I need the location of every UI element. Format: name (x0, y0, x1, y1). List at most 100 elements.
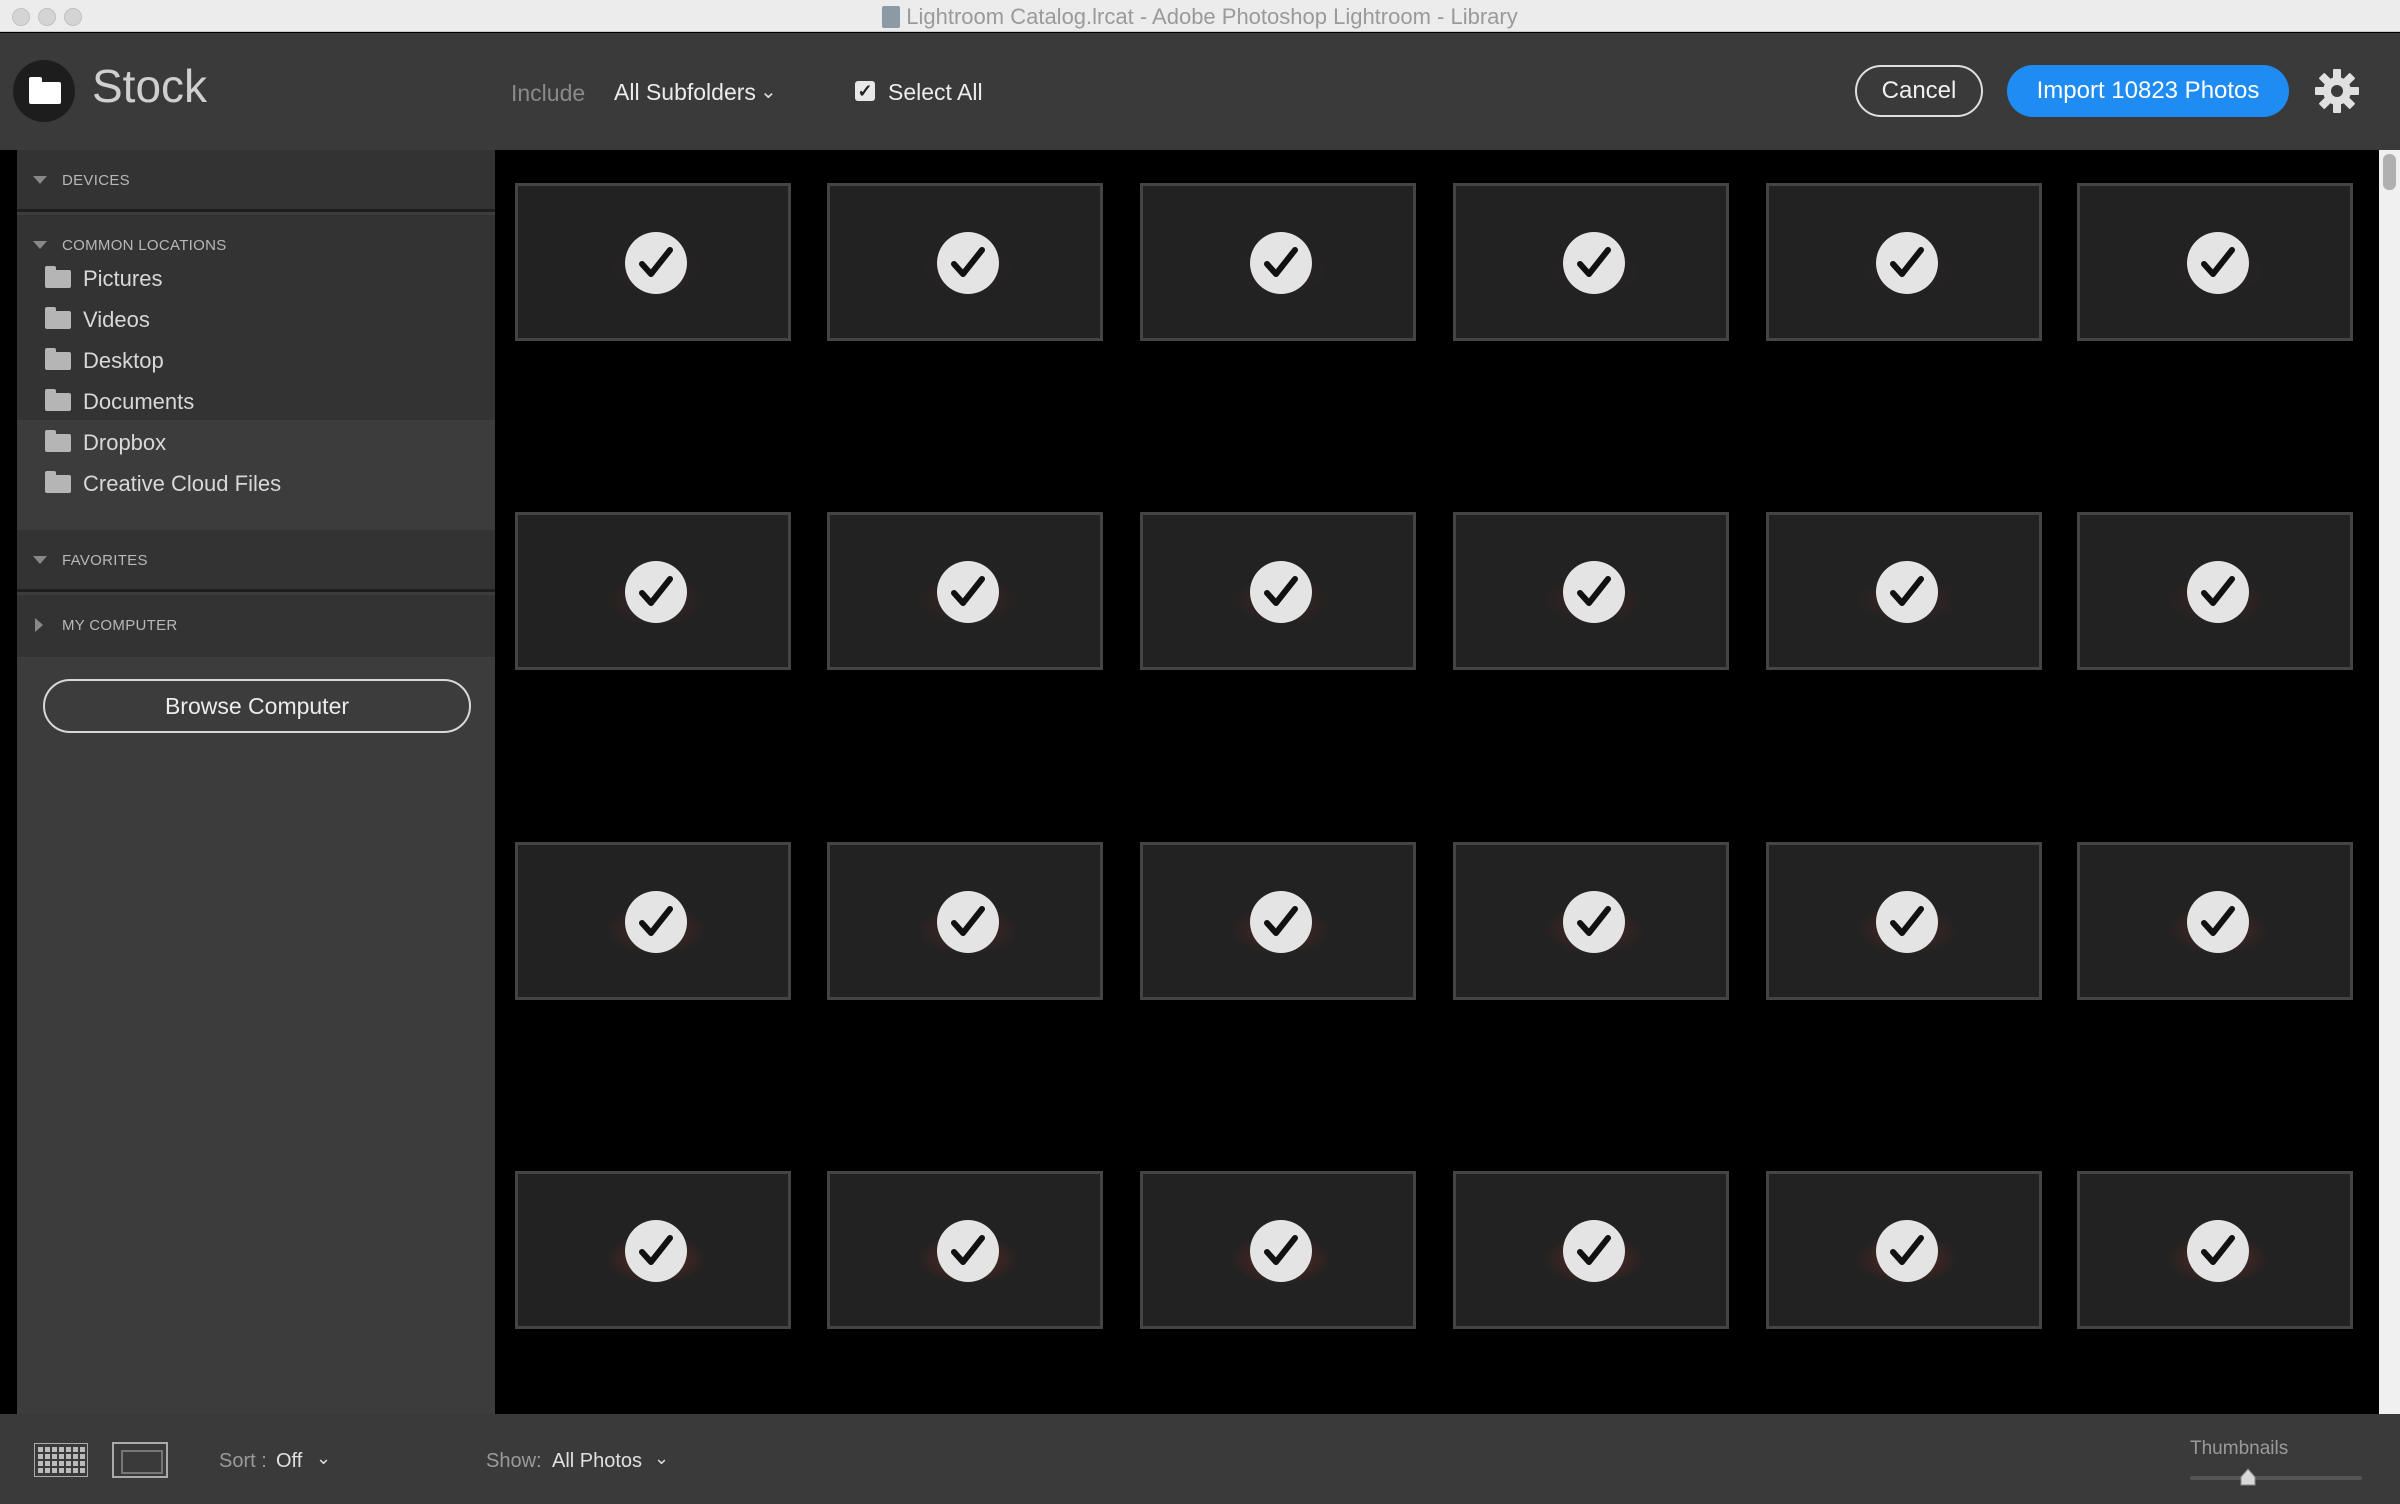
checkmark-icon[interactable] (1250, 561, 1312, 623)
photo-thumbnail[interactable] (515, 183, 791, 341)
checkmark-icon[interactable] (1876, 1220, 1938, 1282)
checkmark-icon[interactable] (1876, 891, 1938, 953)
photo-thumbnail[interactable] (515, 512, 791, 670)
chevron-down-icon[interactable]: ⌄ (760, 79, 777, 104)
photo-thumbnail[interactable] (1453, 183, 1729, 341)
import-footer: Sort : Off ⌄ Show: All Photos ⌄ Thumbnai… (0, 1414, 2400, 1504)
chevron-down-icon[interactable]: ⌄ (654, 1448, 669, 1469)
photo-thumbnail[interactable] (1766, 842, 2042, 1000)
window-title-text: Lightroom Catalog.lrcat - Adobe Photosho… (906, 4, 1518, 29)
photo-thumbnail[interactable] (1766, 512, 2042, 670)
folder-icon (45, 266, 71, 288)
photo-thumbnail[interactable] (827, 183, 1103, 341)
checkmark-icon[interactable] (625, 561, 687, 623)
checkmark-icon[interactable] (1563, 232, 1625, 294)
photo-thumbnail[interactable] (1140, 183, 1416, 341)
photo-thumbnail[interactable] (515, 842, 791, 1000)
section-devices[interactable]: DEVICES (17, 150, 495, 212)
chevron-down-icon[interactable]: ⌄ (316, 1448, 331, 1469)
select-all-label[interactable]: Select All (888, 79, 983, 106)
loupe-view-icon[interactable] (112, 1442, 168, 1478)
photo-thumbnail[interactable] (1766, 183, 2042, 341)
section-my-computer-label: MY COMPUTER (62, 617, 178, 634)
folder-icon (45, 307, 71, 329)
checkmark-icon[interactable] (2187, 232, 2249, 294)
photo-thumbnail[interactable] (1140, 842, 1416, 1000)
import-header: Stock Include All Subfolders ⌄ ✓ Select … (0, 33, 2400, 150)
slider-knob[interactable] (2240, 1468, 2256, 1486)
location-item[interactable]: Dropbox (17, 422, 495, 462)
browse-computer-button[interactable]: Browse Computer (43, 679, 471, 733)
checkmark-icon[interactable] (1876, 561, 1938, 623)
window-titlebar: Lightroom Catalog.lrcat - Adobe Photosho… (0, 0, 2400, 32)
location-label: Desktop (83, 348, 164, 373)
source-sidebar: DEVICES COMMON LOCATIONS Pictures Videos D… (17, 150, 495, 1414)
location-item[interactable]: Pictures (17, 258, 495, 298)
checkmark-icon[interactable] (1250, 1220, 1312, 1282)
section-favorites[interactable]: FAVORITES (17, 530, 495, 592)
folder-icon (45, 471, 71, 493)
photo-thumbnail[interactable] (1766, 1171, 2042, 1329)
disclosure-triangle-icon[interactable] (35, 618, 43, 632)
photo-thumbnail[interactable] (1453, 512, 1729, 670)
checkmark-icon[interactable] (937, 232, 999, 294)
photo-thumbnail[interactable] (2077, 1171, 2353, 1329)
thumbnail-size-slider[interactable] (2190, 1476, 2362, 1480)
photo-thumbnail[interactable] (1453, 1171, 1729, 1329)
gear-icon[interactable] (2313, 67, 2361, 115)
photo-thumbnail[interactable] (1140, 1171, 1416, 1329)
checkmark-icon[interactable] (1876, 232, 1938, 294)
section-common-locations[interactable]: COMMON LOCATIONS (17, 215, 495, 255)
location-label: Dropbox (83, 430, 167, 455)
folder-icon (45, 389, 71, 411)
sort-label: Sort : (219, 1450, 267, 1472)
document-icon (882, 6, 901, 28)
thumbnails-label: Thumbnails (2190, 1438, 2289, 1459)
disclosure-triangle-icon[interactable] (33, 241, 47, 249)
location-label: Creative Cloud Files (83, 471, 282, 496)
checkmark-icon[interactable] (937, 1220, 999, 1282)
photo-grid[interactable] (495, 150, 2375, 1414)
cancel-button[interactable]: Cancel (1855, 65, 1983, 117)
photo-thumbnail[interactable] (1140, 512, 1416, 670)
section-favorites-label: FAVORITES (62, 552, 148, 569)
location-item[interactable]: Videos (17, 299, 495, 339)
checkmark-icon[interactable] (1563, 561, 1625, 623)
photo-thumbnail[interactable] (1453, 842, 1729, 1000)
photo-thumbnail[interactable] (515, 1171, 791, 1329)
photo-thumbnail[interactable] (2077, 512, 2353, 670)
import-photos-button[interactable]: Import 10823 Photos (2007, 65, 2289, 117)
checkmark-icon[interactable] (1563, 1220, 1625, 1282)
section-my-computer[interactable]: MY COMPUTER (17, 595, 495, 657)
checkmark-icon[interactable] (625, 891, 687, 953)
photo-thumbnail[interactable] (2077, 183, 2353, 341)
checkmark-icon[interactable] (625, 1220, 687, 1282)
location-item[interactable]: Creative Cloud Files (17, 463, 495, 503)
location-item[interactable]: Desktop (17, 340, 495, 380)
checkmark-icon[interactable] (2187, 1220, 2249, 1282)
select-all-checkbox[interactable]: ✓ (855, 81, 875, 101)
checkmark-icon[interactable] (1250, 891, 1312, 953)
show-dropdown[interactable]: All Photos (552, 1450, 642, 1473)
checkmark-icon[interactable] (1250, 232, 1312, 294)
folder-icon (45, 348, 71, 370)
grid-scrollbar[interactable] (2379, 150, 2400, 1414)
checkmark-icon[interactable] (1563, 891, 1625, 953)
disclosure-triangle-icon[interactable] (33, 556, 47, 564)
include-dropdown[interactable]: All Subfolders (614, 79, 756, 106)
checkmark-icon[interactable] (937, 891, 999, 953)
photo-thumbnail[interactable] (827, 512, 1103, 670)
scrollbar-thumb[interactable] (2383, 154, 2396, 190)
photo-thumbnail[interactable] (827, 842, 1103, 1000)
location-item[interactable]: Documents (17, 381, 495, 421)
grid-view-icon[interactable] (34, 1443, 88, 1477)
photo-thumbnail[interactable] (827, 1171, 1103, 1329)
photo-thumbnail[interactable] (2077, 842, 2353, 1000)
sort-dropdown[interactable]: Off (276, 1450, 302, 1473)
checkmark-icon[interactable] (2187, 561, 2249, 623)
checkmark-icon[interactable] (625, 232, 687, 294)
disclosure-triangle-icon[interactable] (33, 176, 47, 184)
checkmark-icon[interactable] (937, 561, 999, 623)
checkmark-icon[interactable] (2187, 891, 2249, 953)
section-devices-label: DEVICES (62, 172, 130, 189)
